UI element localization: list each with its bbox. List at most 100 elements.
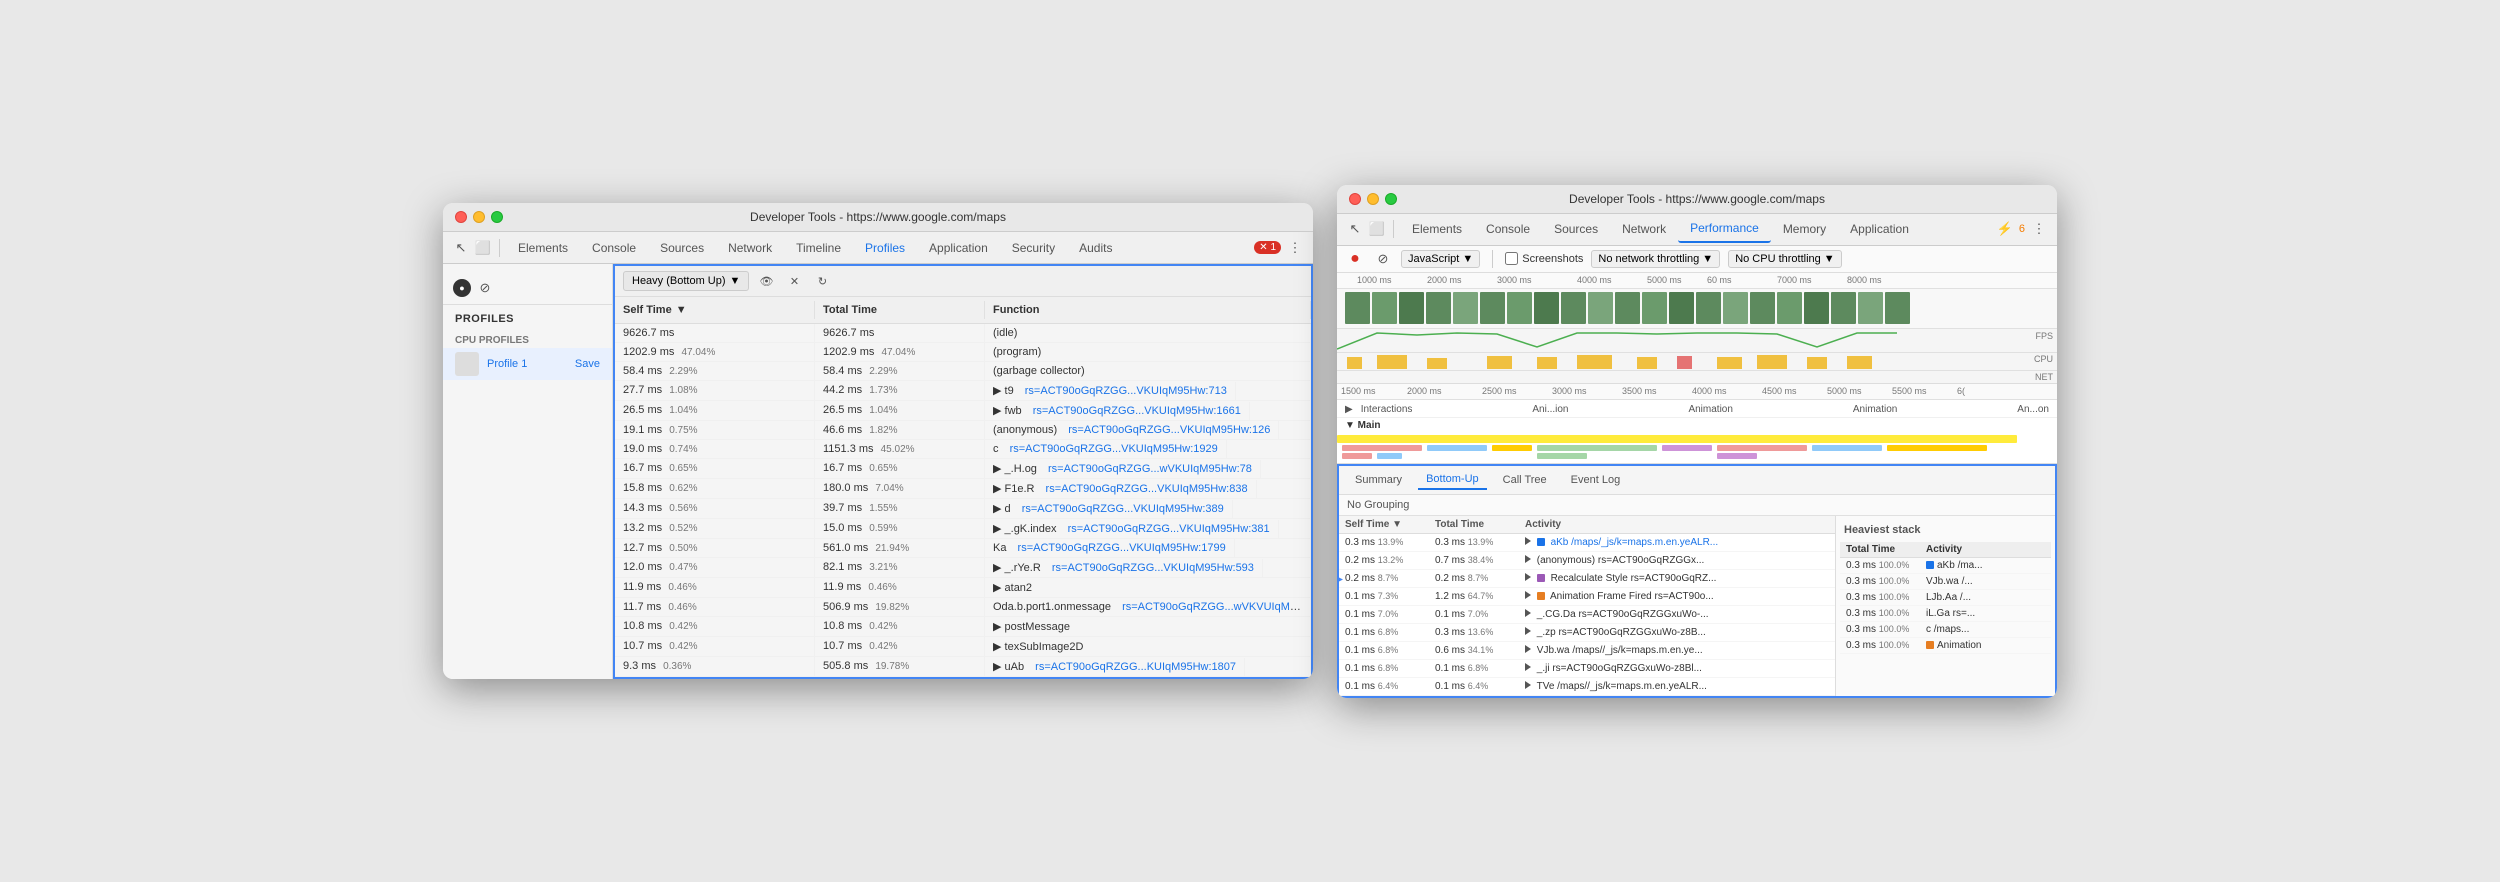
save-button[interactable]: Save	[575, 358, 600, 370]
more-icon[interactable]: ⋮	[1285, 238, 1305, 258]
hs-row[interactable]: 0.3 ms 100.0% VJb.wa /...	[1840, 574, 2051, 590]
cell-total: 58.4 ms 2.29%	[815, 362, 985, 380]
cpu-throttle-select[interactable]: No CPU throttling ▼	[1728, 250, 1841, 268]
tab-sources[interactable]: Sources	[648, 235, 716, 261]
inspect-icon[interactable]: ⬜	[473, 238, 493, 258]
expand-icon	[1525, 555, 1531, 563]
screenshots-checkbox[interactable]: Screenshots	[1505, 252, 1583, 265]
expand-interactions-icon[interactable]: ▶	[1345, 404, 1353, 415]
cursor-icon[interactable]: ↖	[451, 238, 471, 258]
hs-row[interactable]: 0.3 ms 100.0% iL.Ga rs=...	[1840, 606, 2051, 622]
tab-call-tree[interactable]: Call Tree	[1495, 471, 1555, 489]
heaviest-stack-header: Total Time Activity	[1840, 542, 2051, 558]
right-minimize-button[interactable]	[1367, 193, 1379, 205]
record-button[interactable]: ●	[453, 279, 471, 297]
sidebar-item-profile1[interactable]: Profile 1 Save	[443, 348, 612, 380]
table-row[interactable]: 12.0 ms 0.47% 82.1 ms 3.21% ▶ _.rYe.R rs…	[615, 558, 1311, 578]
col-total-time[interactable]: Total Time	[815, 301, 985, 319]
right-devtools-window: Developer Tools - https://www.google.com…	[1337, 185, 2057, 698]
hs-row[interactable]: 0.3 ms 100.0% aKb /ma...	[1840, 558, 2051, 574]
table-row[interactable]: 19.0 ms 0.74% 1151.3 ms 45.02% c rs=ACT9…	[615, 440, 1311, 459]
hs-row[interactable]: 0.3 ms 100.0% LJb.Aa /...	[1840, 590, 2051, 606]
table-row[interactable]: 14.3 ms 0.56% 39.7 ms 1.55% ▶ d rs=ACT90…	[615, 499, 1311, 519]
table-row[interactable]: 13.2 ms 0.52% 15.0 ms 0.59% ▶ _.gK.index…	[615, 519, 1311, 539]
flame-chart-area	[1337, 433, 2057, 461]
tab-timeline[interactable]: Timeline	[784, 235, 853, 261]
right-tab-network[interactable]: Network	[1610, 216, 1678, 242]
table-row[interactable]: 10.8 ms 0.42% 10.8 ms 0.42% ▶ postMessag…	[615, 617, 1311, 637]
reload-icon[interactable]: ↻	[811, 270, 833, 292]
js-select[interactable]: JavaScript ▼	[1401, 250, 1480, 268]
table-row[interactable]: 26.5 ms 1.04% 26.5 ms 1.04% ▶ fwb rs=ACT…	[615, 401, 1311, 421]
tab-application[interactable]: Application	[917, 235, 1000, 261]
col-function[interactable]: Function	[985, 301, 1311, 319]
right-tab-memory[interactable]: Memory	[1771, 216, 1838, 242]
cell-self: 58.4 ms 2.29%	[615, 362, 815, 380]
table-row[interactable]: 16.7 ms 0.65% 16.7 ms 0.65% ▶ _.H.og rs=…	[615, 459, 1311, 479]
activity-row[interactable]: 0.1 ms 7.0% 0.1 ms 7.0% _.CG.Da rs=ACT90…	[1339, 606, 1835, 624]
filter-dropdown[interactable]: Heavy (Bottom Up) ▼	[623, 271, 749, 291]
tab-summary[interactable]: Summary	[1347, 471, 1410, 489]
activity-row[interactable]: 0.1 ms 7.3% 1.2 ms 64.7% Animation Frame…	[1339, 588, 1835, 606]
close-button[interactable]	[455, 211, 467, 223]
col-self-time-header[interactable]: Self Time ▼	[1339, 516, 1429, 533]
table-row[interactable]: 9626.7 ms 9626.7 ms (idle)	[615, 324, 1311, 343]
table-row[interactable]: 11.7 ms 0.46% 506.9 ms 19.82% Oda.b.port…	[615, 598, 1311, 617]
right-tab-performance[interactable]: Performance	[1678, 215, 1771, 243]
table-row[interactable]: 27.7 ms 1.08% 44.2 ms 1.73% ▶ t9 rs=ACT9…	[615, 381, 1311, 401]
eye-icon[interactable]: 👁	[755, 270, 777, 292]
ruler-top: 1000 ms 2000 ms 3000 ms 4000 ms 5000 ms …	[1337, 273, 2057, 289]
right-tab-application[interactable]: Application	[1838, 216, 1921, 242]
tab-elements[interactable]: Elements	[506, 235, 580, 261]
stop-button[interactable]: ⊘	[475, 278, 495, 298]
warning-icon[interactable]: ⚡	[1995, 219, 2015, 239]
tab-console[interactable]: Console	[580, 235, 648, 261]
table-row[interactable]: 15.8 ms 0.62% 180.0 ms 7.04% ▶ F1e.R rs=…	[615, 479, 1311, 499]
activity-row[interactable]: 0.3 ms 13.9% 0.3 ms 13.9% aKb /maps/_js/…	[1339, 534, 1835, 552]
maximize-button[interactable]	[491, 211, 503, 223]
tab-bottom-up[interactable]: Bottom-Up	[1418, 470, 1487, 490]
right-more-icon[interactable]: ⋮	[2029, 219, 2049, 239]
activity-row[interactable]: 0.2 ms 8.7% 0.2 ms 8.7% Recalculate Styl…	[1339, 570, 1835, 588]
minimize-button[interactable]	[473, 211, 485, 223]
right-close-button[interactable]	[1349, 193, 1361, 205]
col-activity-header[interactable]: Activity	[1519, 516, 1835, 533]
heaviest-stack-panel: Heaviest stack Total Time Activity 0.3 m…	[1835, 516, 2055, 696]
table-row[interactable]: 11.9 ms 0.46% 11.9 ms 0.46% ▶ atan2	[615, 578, 1311, 598]
expand-icon	[1525, 609, 1531, 617]
right-cursor-icon[interactable]: ↖	[1345, 219, 1365, 239]
right-tab-console[interactable]: Console	[1474, 216, 1542, 242]
right-maximize-button[interactable]	[1385, 193, 1397, 205]
cpu-arrow: ▼	[1824, 253, 1835, 265]
tab-event-log[interactable]: Event Log	[1563, 471, 1629, 489]
table-row[interactable]: 9.3 ms 0.36% 505.8 ms 19.78% ▶ uAb rs=AC…	[615, 657, 1311, 677]
close-filter-icon[interactable]: ✕	[783, 270, 805, 292]
right-inspect-icon[interactable]: ⬜	[1367, 219, 1387, 239]
activity-row[interactable]: 0.2 ms 13.2% 0.7 ms 38.4% (anonymous) rs…	[1339, 552, 1835, 570]
tab-profiles[interactable]: Profiles	[853, 235, 917, 261]
table-row[interactable]: 1202.9 ms 47.04% 1202.9 ms 47.04% (progr…	[615, 343, 1311, 362]
right-tab-elements[interactable]: Elements	[1400, 216, 1474, 242]
table-row[interactable]: 19.1 ms 0.75% 46.6 ms 1.82% (anonymous) …	[615, 421, 1311, 440]
table-row[interactable]: 12.7 ms 0.50% 561.0 ms 21.94% Ka rs=ACT9…	[615, 539, 1311, 558]
screenshots-chart	[1345, 290, 1925, 326]
screenshots-check[interactable]	[1505, 252, 1518, 265]
activity-row[interactable]: 0.1 ms 6.8% 0.6 ms 34.1% VJb.wa /maps//_…	[1339, 642, 1835, 660]
stop-record-icon[interactable]: ⊘	[1373, 249, 1393, 269]
table-row[interactable]: 10.7 ms 0.42% 10.7 ms 0.42% ▶ texSubImag…	[615, 637, 1311, 657]
activity-row[interactable]: 0.1 ms 6.4% 0.1 ms 6.4% TVe /maps//_js/k…	[1339, 678, 1835, 696]
activity-row[interactable]: 0.1 ms 6.8% 0.3 ms 13.6% _.zp rs=ACT90oG…	[1339, 624, 1835, 642]
record-icon[interactable]: ●	[1345, 249, 1365, 269]
table-row[interactable]: 58.4 ms 2.29% 58.4 ms 2.29% (garbage col…	[615, 362, 1311, 381]
tab-network[interactable]: Network	[716, 235, 784, 261]
activity-row[interactable]: 0.1 ms 6.8% 0.1 ms 6.8% _.ji rs=ACT90oGq…	[1339, 660, 1835, 678]
hs-row[interactable]: 0.3 ms 100.0% Animation	[1840, 638, 2051, 654]
network-throttle-select[interactable]: No network throttling ▼	[1591, 250, 1720, 268]
col-self-time[interactable]: Self Time ▼	[615, 301, 815, 319]
hs-row[interactable]: 0.3 ms 100.0% c /maps...	[1840, 622, 2051, 638]
hs-activity-header: Activity	[1920, 542, 2051, 557]
col-total-time-header[interactable]: Total Time	[1429, 516, 1519, 533]
tab-security[interactable]: Security	[1000, 235, 1067, 261]
tab-audits[interactable]: Audits	[1067, 235, 1124, 261]
right-tab-sources[interactable]: Sources	[1542, 216, 1610, 242]
